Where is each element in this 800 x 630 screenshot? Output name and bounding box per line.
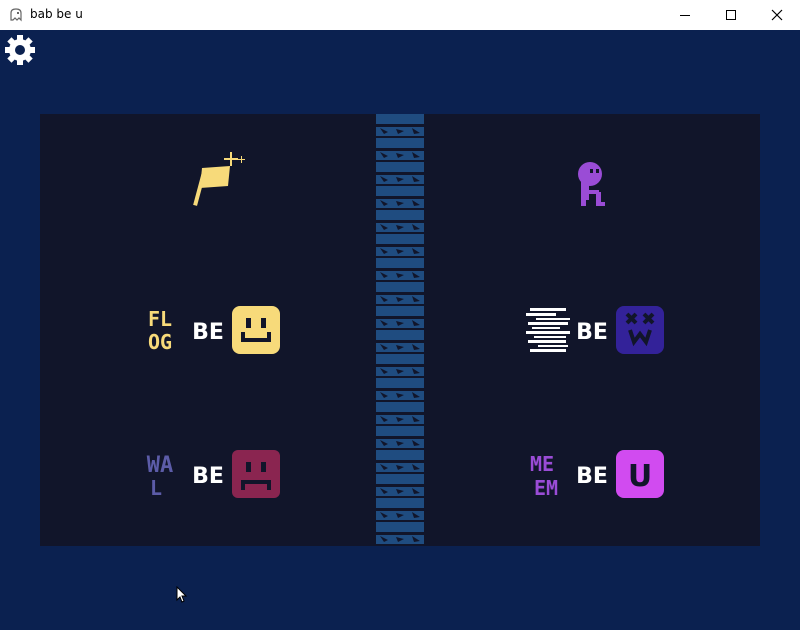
- gear-icon[interactable]: [4, 34, 36, 66]
- meem-text-block[interactable]: ME EM: [520, 450, 568, 498]
- bab-sprite: [578, 162, 605, 206]
- glitch-text-block[interactable]: [526, 306, 572, 354]
- wal-line1: WA: [147, 453, 174, 478]
- be-label: BE: [576, 320, 608, 343]
- be-text-block[interactable]: BE: [576, 317, 608, 343]
- wall-column: [376, 114, 424, 546]
- wal-text-block[interactable]: WA L: [138, 450, 184, 498]
- window-title: bab be u: [30, 7, 83, 21]
- close-icon: [771, 9, 783, 21]
- sad-property-block[interactable]: [232, 450, 280, 498]
- mouse-cursor-icon: [176, 586, 188, 603]
- be-label: BE: [192, 464, 224, 487]
- be-text-block[interactable]: BE: [192, 317, 224, 343]
- meem-line2: EM: [534, 476, 558, 498]
- title-bar: bab be u: [0, 0, 800, 30]
- flog-text-block[interactable]: FL OG: [138, 306, 182, 354]
- ded-property-block[interactable]: [616, 306, 664, 354]
- win-property-block[interactable]: [232, 306, 280, 354]
- maximize-icon: [726, 10, 736, 20]
- flog-sprite: [193, 152, 245, 206]
- minimize-icon: [680, 15, 690, 16]
- bab-icon: [10, 8, 22, 22]
- flog-line1: FL: [148, 307, 172, 331]
- minimize-button[interactable]: [662, 0, 708, 30]
- u-property-block[interactable]: U: [616, 450, 664, 498]
- wal-line2: L: [150, 476, 162, 498]
- be-label: BE: [192, 320, 224, 343]
- meem-line1: ME: [530, 452, 554, 476]
- be-text-block[interactable]: BE: [576, 461, 608, 487]
- be-label: BE: [576, 464, 608, 487]
- be-text-block[interactable]: BE: [192, 461, 224, 487]
- maximize-button[interactable]: [708, 0, 754, 30]
- u-letter: U: [628, 459, 652, 494]
- flog-line2: OG: [148, 330, 172, 354]
- close-button[interactable]: [754, 0, 800, 30]
